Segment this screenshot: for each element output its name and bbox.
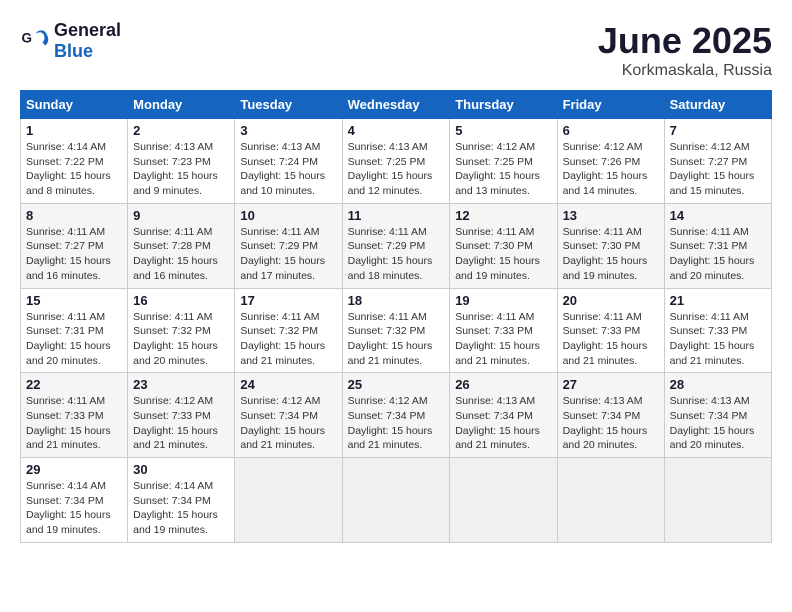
table-row: 17 Sunrise: 4:11 AMSunset: 7:32 PMDaylig… [235,288,342,373]
table-row: 14 Sunrise: 4:11 AMSunset: 7:31 PMDaylig… [664,203,771,288]
page-header: G General Blue June 2025 Korkmaskala, Ru… [20,20,772,80]
col-friday: Friday [557,91,664,119]
calendar-week-4: 22 Sunrise: 4:11 AMSunset: 7:33 PMDaylig… [21,373,772,458]
col-monday: Monday [128,91,235,119]
svg-text:G: G [22,31,33,46]
logo-blue: Blue [54,41,93,61]
month-title: June 2025 [598,20,772,62]
table-row: 12 Sunrise: 4:11 AMSunset: 7:30 PMDaylig… [450,203,557,288]
table-row: 16 Sunrise: 4:11 AMSunset: 7:32 PMDaylig… [128,288,235,373]
calendar-week-1: 1 Sunrise: 4:14 AMSunset: 7:22 PMDayligh… [21,119,772,204]
table-row-empty [235,458,342,543]
table-row: 2 Sunrise: 4:13 AMSunset: 7:23 PMDayligh… [128,119,235,204]
calendar-table: Sunday Monday Tuesday Wednesday Thursday… [20,90,772,543]
table-row-empty [557,458,664,543]
col-tuesday: Tuesday [235,91,342,119]
table-row: 1 Sunrise: 4:14 AMSunset: 7:22 PMDayligh… [21,119,128,204]
table-row: 11 Sunrise: 4:11 AMSunset: 7:29 PMDaylig… [342,203,450,288]
table-row: 15 Sunrise: 4:11 AMSunset: 7:31 PMDaylig… [21,288,128,373]
col-sunday: Sunday [21,91,128,119]
col-saturday: Saturday [664,91,771,119]
table-row-empty [450,458,557,543]
logo: G General Blue [20,20,121,62]
table-row-empty [342,458,450,543]
table-row: 29 Sunrise: 4:14 AMSunset: 7:34 PMDaylig… [21,458,128,543]
table-row: 19 Sunrise: 4:11 AMSunset: 7:33 PMDaylig… [450,288,557,373]
table-row: 24 Sunrise: 4:12 AMSunset: 7:34 PMDaylig… [235,373,342,458]
col-thursday: Thursday [450,91,557,119]
table-row: 18 Sunrise: 4:11 AMSunset: 7:32 PMDaylig… [342,288,450,373]
col-wednesday: Wednesday [342,91,450,119]
logo-general: General [54,20,121,40]
table-row: 3 Sunrise: 4:13 AMSunset: 7:24 PMDayligh… [235,119,342,204]
table-row: 25 Sunrise: 4:12 AMSunset: 7:34 PMDaylig… [342,373,450,458]
table-row: 21 Sunrise: 4:11 AMSunset: 7:33 PMDaylig… [664,288,771,373]
table-row: 6 Sunrise: 4:12 AMSunset: 7:26 PMDayligh… [557,119,664,204]
title-block: June 2025 Korkmaskala, Russia [598,20,772,80]
table-row: 10 Sunrise: 4:11 AMSunset: 7:29 PMDaylig… [235,203,342,288]
table-row-empty [664,458,771,543]
location: Korkmaskala, Russia [598,62,772,80]
calendar-week-2: 8 Sunrise: 4:11 AMSunset: 7:27 PMDayligh… [21,203,772,288]
table-row: 4 Sunrise: 4:13 AMSunset: 7:25 PMDayligh… [342,119,450,204]
table-row: 13 Sunrise: 4:11 AMSunset: 7:30 PMDaylig… [557,203,664,288]
table-row: 23 Sunrise: 4:12 AMSunset: 7:33 PMDaylig… [128,373,235,458]
table-row: 27 Sunrise: 4:13 AMSunset: 7:34 PMDaylig… [557,373,664,458]
table-row: 8 Sunrise: 4:11 AMSunset: 7:27 PMDayligh… [21,203,128,288]
table-row: 9 Sunrise: 4:11 AMSunset: 7:28 PMDayligh… [128,203,235,288]
logo-icon: G [20,26,50,56]
table-row: 5 Sunrise: 4:12 AMSunset: 7:25 PMDayligh… [450,119,557,204]
calendar-week-5: 29 Sunrise: 4:14 AMSunset: 7:34 PMDaylig… [21,458,772,543]
table-row: 30 Sunrise: 4:14 AMSunset: 7:34 PMDaylig… [128,458,235,543]
calendar-week-3: 15 Sunrise: 4:11 AMSunset: 7:31 PMDaylig… [21,288,772,373]
table-row: 26 Sunrise: 4:13 AMSunset: 7:34 PMDaylig… [450,373,557,458]
calendar-header-row: Sunday Monday Tuesday Wednesday Thursday… [21,91,772,119]
table-row: 28 Sunrise: 4:13 AMSunset: 7:34 PMDaylig… [664,373,771,458]
table-row: 7 Sunrise: 4:12 AMSunset: 7:27 PMDayligh… [664,119,771,204]
table-row: 20 Sunrise: 4:11 AMSunset: 7:33 PMDaylig… [557,288,664,373]
table-row: 22 Sunrise: 4:11 AMSunset: 7:33 PMDaylig… [21,373,128,458]
